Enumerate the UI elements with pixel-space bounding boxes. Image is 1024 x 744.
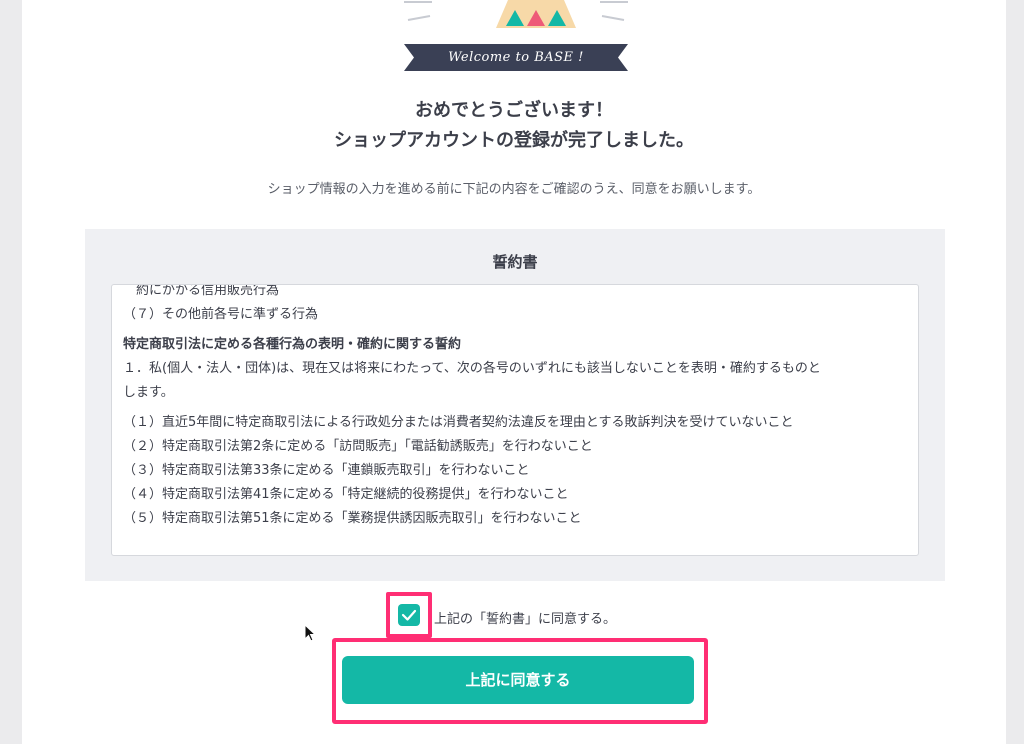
agree-checkbox-label[interactable]: 上記の「誓約書」に同意する。: [434, 608, 616, 627]
check-icon: [401, 609, 417, 621]
pledge-line: （３）特定商取引法第33条に定める「連鎖販売取引」を行わないこと: [123, 463, 530, 478]
pledge-content: 約にかかる信用販売行為 （７）その他前各号に準ずる行為 特定商取引法に定める各種…: [123, 284, 903, 531]
submit-highlight: 上記に同意する: [332, 638, 708, 724]
agree-submit-button[interactable]: 上記に同意する: [342, 656, 694, 704]
pledge-panel: 誓約書 約にかかる信用販売行為 （７）その他前各号に準ずる行為 特定商取引法に定…: [85, 229, 945, 581]
main-page: Welcome to BASE ! おめでとうございます！ ショップアカウントの…: [22, 0, 1006, 744]
mouse-cursor-icon: [304, 624, 317, 642]
pledge-line: （１）直近5年間に特定商取引法による行政処分または消費者契約法違反を理由とする敗…: [123, 415, 794, 430]
pledge-section-heading: 特定商取引法に定める各種行為の表明・確約に関する誓約: [123, 337, 462, 352]
pledge-line: （７）その他前各号に準ずる行為: [123, 307, 319, 322]
pledge-line: します。: [123, 385, 174, 400]
pledge-line: （５）特定商取引法第51条に定める「業務提供誘因販売取引」を行わないこと: [123, 511, 582, 526]
pledge-scroll-box[interactable]: 約にかかる信用販売行為 （７）その他前各号に準ずる行為 特定商取引法に定める各種…: [111, 284, 919, 556]
pledge-line: 約にかかる信用販売行為: [123, 284, 280, 298]
pledge-line: （２）特定商取引法第2条に定める「訪問販売」「電話勧誘販売」を行わないこと: [123, 439, 593, 454]
agree-checkbox[interactable]: [398, 604, 420, 626]
agreement-row: 上記の「誓約書」に同意する。: [22, 592, 1006, 638]
instruction-text: ショップ情報の入力を進める前に下記の内容をご確認のうえ、同意をお願いします。: [267, 182, 761, 197]
headline-registration-complete: ショップアカウントの登録が完了しました。: [334, 130, 694, 151]
pledge-line: （４）特定商取引法第41条に定める「特定継続的役務提供」を行わないこと: [123, 487, 569, 502]
pledge-title: 誓約書: [492, 253, 538, 271]
tent-illustration-icon: [496, 0, 576, 28]
pledge-line: １．私(個人・法人・団体)は、現在又は将来にわたって、次の各号のいずれにも該当し…: [123, 361, 821, 376]
welcome-text: Welcome to BASE !: [448, 50, 584, 65]
headline-congrats: おめでとうございます！: [415, 100, 613, 121]
checkbox-highlight: [386, 592, 432, 638]
